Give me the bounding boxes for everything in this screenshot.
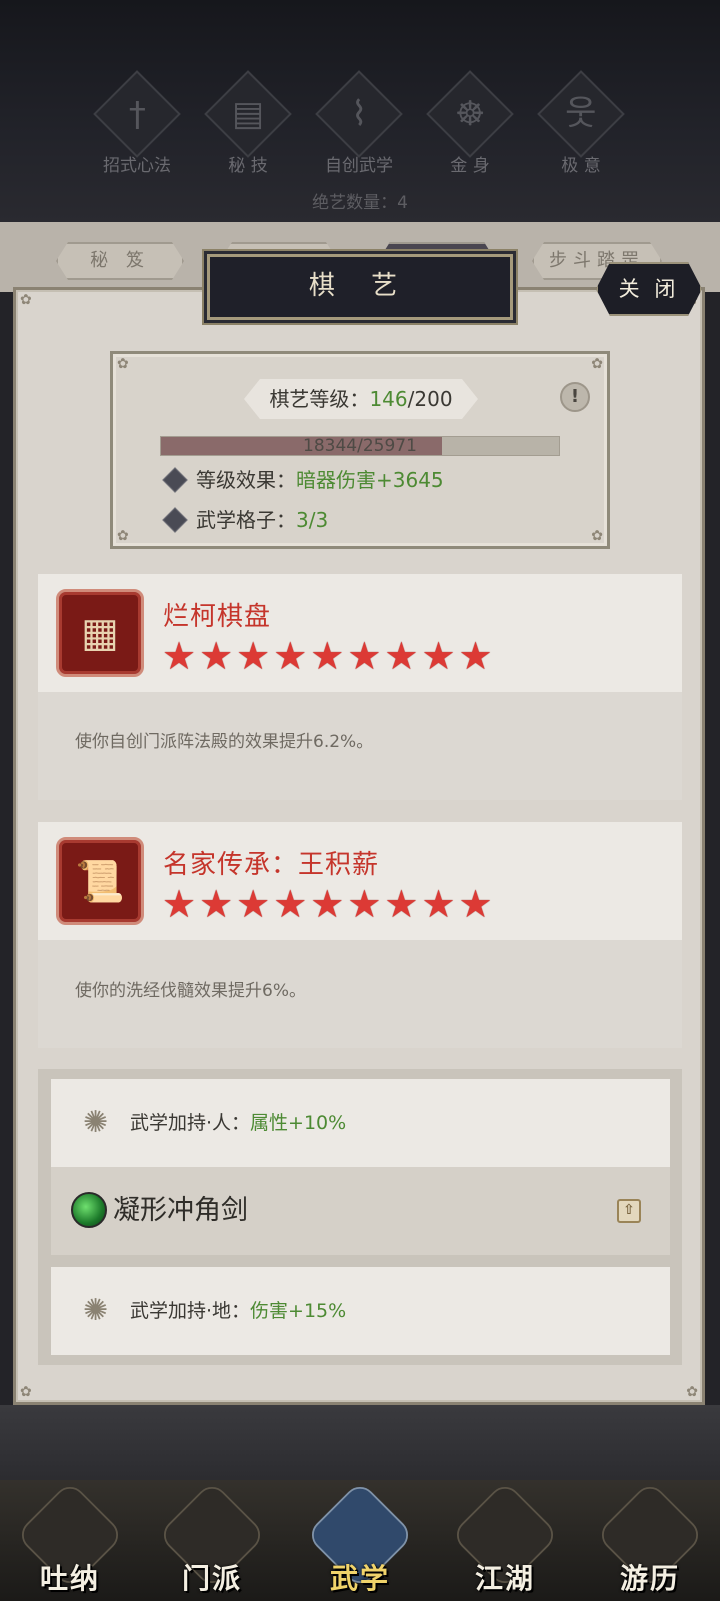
nav-label: 武学 [329, 1562, 390, 1595]
unequip-icon[interactable]: ⇧ [617, 1199, 641, 1223]
category-label: 招式心法 [103, 156, 171, 176]
category-ultimate[interactable]: 웃 极 意 [526, 70, 636, 176]
corner-ornament-icon: ✿ [686, 1384, 698, 1400]
card-description: 使你的洗经伐髓效果提升6%。 [75, 981, 306, 1001]
nav-label: 门派 [181, 1562, 242, 1595]
level-current: 146 [369, 387, 408, 411]
corner-ornament-icon: ✿ [591, 528, 603, 544]
bonus-ren-row: ✺ 武学加持·人：属性+10% [51, 1079, 670, 1167]
category-golden-body[interactable]: ☸ 金 身 [415, 70, 525, 176]
level-pill: 棋艺等级：146/200 [244, 379, 478, 419]
exp-progress-text: 18344/25971 [303, 436, 417, 456]
nav-menpai[interactable]: 门派 [157, 1480, 267, 1601]
juexi-count: 绝艺数量：4 [312, 193, 408, 213]
bonus-ren-value: 属性+10% [250, 1112, 347, 1134]
equipped-skill-row[interactable]: 凝形冲角剑 ⇧ [51, 1167, 670, 1255]
level-effect-label: 等级效果： [196, 468, 296, 492]
bonus-di-row: ✺ 武学加持·地：伤害+15% [51, 1267, 670, 1355]
category-secret[interactable]: ▤ 秘 技 [193, 70, 303, 176]
level-effect-row: 等级效果：暗器伤害+3645 [162, 465, 444, 495]
flower-gear-icon: ✺ [83, 1293, 109, 1328]
bonus-di-label: 武学加持·地： [130, 1300, 251, 1322]
nav-wuxue[interactable]: 武学 [305, 1480, 415, 1601]
jade-sword-icon [71, 1192, 107, 1228]
martial-pose-icon: 웃 [565, 94, 597, 134]
gem-icon [162, 467, 188, 493]
bonus-di-value: 伤害+15% [250, 1300, 347, 1322]
card-name: 名家传承：王积薪 [163, 850, 380, 880]
category-label: 金 身 [450, 156, 490, 176]
nav-label: 游历 [619, 1562, 680, 1595]
category-label: 极 意 [561, 156, 601, 176]
category-custom[interactable]: ⌇ 自创武学 [304, 70, 414, 176]
nav-jianghu[interactable]: 江湖 [450, 1480, 560, 1601]
exp-progress-bar: 18344/25971 [160, 436, 560, 456]
corner-ornament-icon: ✿ [20, 292, 32, 308]
level-effect-value: 暗器伤害+3645 [296, 468, 444, 492]
sword-icon: † [128, 94, 146, 134]
top-header: † 招式心法 ▤ 秘 技 ⌇ 自创武学 ☸ 金 身 웃 极 意 绝艺数量：4 [0, 0, 720, 225]
go-board-icon: ▦ [56, 589, 144, 677]
nav-youli[interactable]: 游历 [595, 1480, 705, 1601]
info-icon[interactable]: ! [560, 382, 590, 412]
card-name: 烂柯棋盘 [163, 602, 272, 632]
panel-title: 棋 艺 [207, 254, 513, 320]
gem-icon [162, 507, 188, 533]
category-label: 自创武学 [325, 156, 393, 176]
nav-label: 江湖 [474, 1562, 535, 1595]
slots-row: 武学格子：3/3 [162, 505, 328, 535]
level-label: 棋艺等级： [269, 387, 370, 411]
slots-value: 3/3 [296, 508, 329, 532]
nav-label: 吐纳 [39, 1562, 100, 1595]
corner-ornament-icon: ✿ [117, 356, 129, 372]
meditation-icon: ☸ [454, 93, 486, 134]
level-max: /200 [407, 387, 453, 411]
corner-ornament-icon: ✿ [117, 528, 129, 544]
nav-tuna[interactable]: 吐纳 [15, 1480, 125, 1601]
tab-miji[interactable]: 秘 笈 [56, 242, 184, 280]
corner-ornament-icon: ✿ [20, 1384, 32, 1400]
flower-gear-icon: ✺ [83, 1105, 109, 1140]
close-button[interactable]: 关 闭 [596, 262, 702, 316]
scroll-icon: ⌇ [350, 93, 368, 134]
slots-label: 武学格子： [196, 508, 296, 532]
bonus-ren-label: 武学加持·人： [130, 1112, 251, 1134]
corner-ornament-icon: ✿ [591, 356, 603, 372]
star-rating: ★★★★★★★★★ [162, 882, 496, 926]
scroll-book-icon: 📜 [56, 837, 144, 925]
book-icon: ▤ [231, 94, 265, 134]
equipped-skill-name: 凝形冲角剑 [113, 1195, 248, 1226]
category-moves[interactable]: † 招式心法 [82, 70, 192, 176]
star-rating: ★★★★★★★★★ [162, 634, 496, 678]
category-label: 秘 技 [228, 156, 268, 176]
category-row: † 招式心法 ▤ 秘 技 ⌇ 自创武学 ☸ 金 身 웃 极 意 [0, 70, 720, 185]
card-description: 使你自创门派阵法殿的效果提升6.2%。 [75, 732, 374, 752]
